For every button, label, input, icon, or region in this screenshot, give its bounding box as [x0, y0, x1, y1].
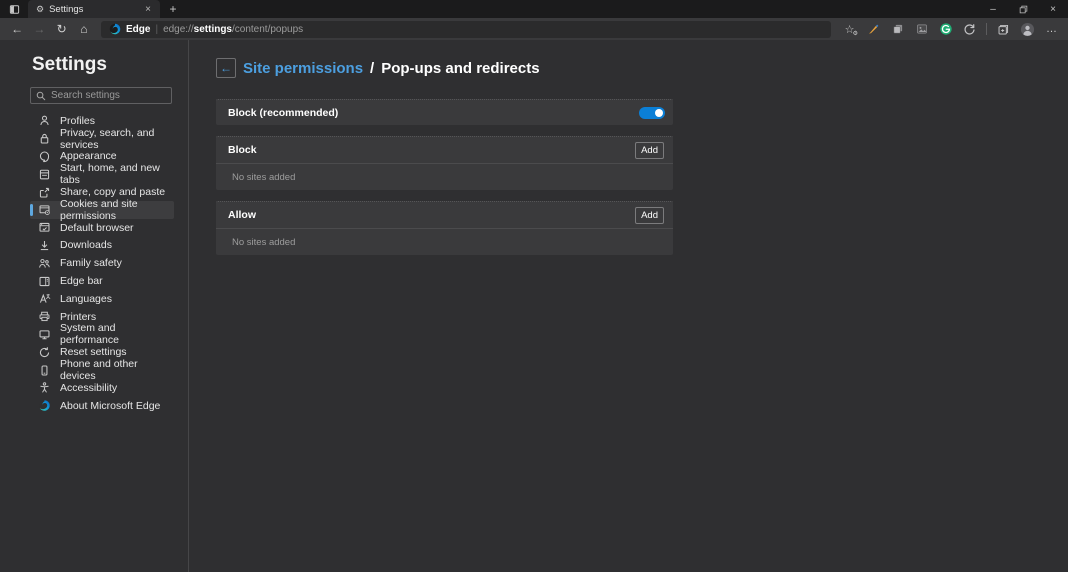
reset-settings-icon: [38, 346, 51, 359]
block-recommended-toggle[interactable]: [639, 107, 665, 119]
sidebar-item-cookies-site-permissions[interactable]: Cookies and site permissions: [30, 201, 174, 219]
start-home-tabs-icon: [38, 168, 51, 181]
sidebar-item-about-edge[interactable]: About Microsoft Edge: [30, 397, 174, 415]
sidebar-item-system-performance[interactable]: System and performance: [30, 326, 174, 344]
block-empty-state: No sites added: [216, 164, 673, 190]
sidebar-item-privacy[interactable]: Privacy, search, and services: [30, 130, 174, 148]
image-extension-icon[interactable]: [911, 20, 932, 38]
sidebar-item-downloads[interactable]: Downloads: [30, 237, 174, 255]
default-browser-icon: [38, 221, 51, 234]
block-section-title: Block: [228, 144, 257, 156]
tab-close-icon[interactable]: ×: [142, 4, 154, 15]
block-recommended-label: Block (recommended): [228, 107, 338, 119]
sidebar-item-default-browser[interactable]: Default browser: [30, 219, 174, 237]
favorites-gear-badge-icon: ⚙: [853, 30, 858, 37]
about-edge-icon: [38, 399, 51, 412]
toggle-knob: [655, 109, 663, 117]
allow-section-card: Allow Add No sites added: [216, 201, 673, 255]
titlebar: ⚙ Settings × + – ×: [0, 0, 1068, 18]
phone-devices-icon: [38, 364, 51, 377]
copy-pages-extension-icon[interactable]: [887, 20, 908, 38]
sidebar-item-start-home-tabs[interactable]: Start, home, and new tabs: [30, 165, 174, 183]
breadcrumb-current: Pop-ups and redirects: [381, 60, 539, 77]
accessibility-icon: [38, 381, 51, 394]
privacy-lock-icon: [38, 132, 51, 145]
downloads-icon: [38, 239, 51, 252]
block-section-header: Block Add: [216, 137, 673, 164]
tab-actions-menu-button[interactable]: [0, 0, 28, 18]
green-extension-icon[interactable]: [935, 20, 956, 38]
allow-section-header: Allow Add: [216, 202, 673, 229]
new-tab-button[interactable]: +: [160, 0, 186, 18]
address-separator: |: [155, 24, 158, 35]
browser-toolbar: ← → ↻ ⌂ Edge | edge://settings/content/p…: [0, 18, 1068, 40]
edge-label: Edge: [126, 24, 150, 35]
window-controls: – ×: [978, 0, 1068, 18]
sidebar-item-family-safety[interactable]: Family safety: [30, 254, 174, 272]
sidebar-item-phone-devices[interactable]: Phone and other devices: [30, 361, 174, 379]
minimize-button[interactable]: –: [978, 0, 1008, 18]
languages-icon: [38, 292, 51, 305]
tab-title: Settings: [49, 4, 137, 15]
allow-section-title: Allow: [228, 209, 256, 221]
allow-empty-state: No sites added: [216, 229, 673, 255]
search-box[interactable]: [30, 87, 172, 104]
url-text: edge://settings/content/popups: [163, 24, 303, 35]
tab-settings[interactable]: ⚙ Settings ×: [28, 0, 160, 18]
settings-search-input[interactable]: [51, 90, 166, 101]
refresh-button[interactable]: ↻: [51, 18, 73, 40]
edge-logo-icon: [109, 23, 121, 35]
settings-menu-button[interactable]: …: [1041, 20, 1062, 38]
breadcrumb-back-button[interactable]: ←: [216, 58, 236, 78]
edge-bar-icon: [38, 275, 51, 288]
sidebar-item-edge-bar[interactable]: Edge bar: [30, 272, 174, 290]
block-add-button[interactable]: Add: [635, 142, 664, 159]
page-title: Settings: [32, 54, 188, 76]
main-panel: ← Site permissions / Pop-ups and redirec…: [189, 40, 1068, 572]
cookies-site-permissions-icon: [38, 203, 51, 216]
content-area: Settings Profiles Privacy, search, and s…: [0, 40, 1068, 572]
system-performance-icon: [38, 328, 51, 341]
family-safety-icon: [38, 257, 51, 270]
sync-extension-icon[interactable]: [959, 20, 980, 38]
profile-avatar[interactable]: [1017, 20, 1038, 38]
address-bar[interactable]: Edge | edge://settings/content/popups: [101, 21, 831, 38]
close-button[interactable]: ×: [1038, 0, 1068, 18]
favorites-star-icon[interactable]: ☆ ⚙: [839, 20, 860, 38]
restore-button[interactable]: [1008, 0, 1038, 18]
sidebar-nav: Profiles Privacy, search, and services A…: [0, 112, 188, 415]
profiles-icon: [38, 114, 51, 127]
pen-extension-icon[interactable]: [863, 20, 884, 38]
tab-actions-icon: [9, 4, 20, 15]
home-button[interactable]: ⌂: [73, 18, 95, 40]
share-copy-paste-icon: [38, 186, 51, 199]
collections-icon[interactable]: [993, 20, 1014, 38]
settings-sidebar: Settings Profiles Privacy, search, and s…: [0, 40, 189, 572]
toolbar-divider: [986, 23, 987, 35]
settings-gear-favicon: ⚙: [36, 5, 44, 14]
allow-add-button[interactable]: Add: [635, 207, 664, 224]
sidebar-item-languages[interactable]: Languages: [30, 290, 174, 308]
block-recommended-card: Block (recommended): [216, 99, 673, 125]
sidebar-item-accessibility[interactable]: Accessibility: [30, 379, 174, 397]
search-icon: [36, 91, 46, 101]
back-button[interactable]: ←: [6, 18, 28, 40]
forward-button: →: [28, 18, 50, 40]
page-header: ← Site permissions / Pop-ups and redirec…: [216, 58, 1068, 78]
block-section-card: Block Add No sites added: [216, 136, 673, 190]
appearance-icon: [38, 150, 51, 163]
printers-icon: [38, 310, 51, 323]
breadcrumb-separator: /: [370, 60, 374, 77]
toolbar-right-icons: ☆ ⚙ …: [839, 20, 1062, 38]
breadcrumb-parent-link[interactable]: Site permissions: [243, 60, 363, 77]
